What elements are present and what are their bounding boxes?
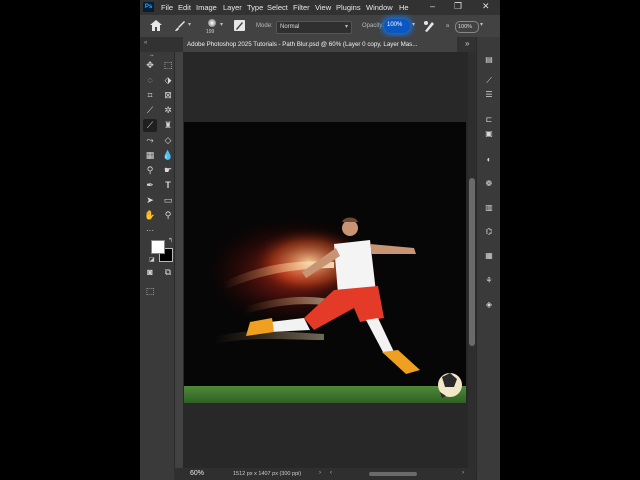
- object-select-tool-icon[interactable]: ⬗: [161, 74, 175, 87]
- adjustments-panel-icon[interactable]: ◐: [482, 154, 496, 166]
- photoshop-window: Ps File Edit Image Layer Type Select Fil…: [140, 0, 500, 480]
- zoom-tool-icon[interactable]: ⚲: [161, 209, 175, 222]
- move-tool-icon[interactable]: ✥: [143, 59, 157, 72]
- default-colors-icon[interactable]: ◪: [149, 256, 155, 263]
- gradients-panel-icon[interactable]: ▥: [482, 202, 496, 214]
- opacity-value: 100%: [387, 22, 403, 28]
- swap-colors-icon[interactable]: ↰: [168, 237, 173, 244]
- options-bar: ▾ 199 ▾ Mode: Normal ▾ Opacity: 100% ▾ a…: [140, 15, 500, 38]
- brush-tip-icon[interactable]: [208, 19, 216, 27]
- zoom-level[interactable]: 60%: [190, 470, 204, 477]
- frame-tool-icon[interactable]: ⊠: [161, 89, 175, 102]
- brush-tool-icon[interactable]: ⟋: [143, 119, 157, 132]
- lasso-tool-icon[interactable]: ◌: [143, 74, 157, 87]
- toolbox: ▪▪ ✥ ⬚ ◌ ⬗ ⌗ ⊠ ⟋ ✲ ⟋ ♜ ⤳ ◇ ▦ 💧 ⚲ ☛ ✒ T ➤…: [140, 52, 175, 480]
- screen-mode-icon[interactable]: ⧉: [161, 266, 175, 279]
- minimize-icon[interactable]: –: [430, 1, 435, 11]
- horizontal-scroll-thumb[interactable]: [369, 472, 417, 476]
- vertical-scroll-thumb[interactable]: [469, 178, 475, 346]
- menu-select[interactable]: Select: [267, 3, 288, 12]
- menu-edit[interactable]: Edit: [178, 3, 191, 12]
- clone-stamp-tool-icon[interactable]: ♜: [161, 119, 175, 132]
- menu-bar: Ps File Edit Image Layer Type Select Fil…: [140, 0, 500, 15]
- gradient-tool-icon[interactable]: ▦: [143, 149, 157, 162]
- pen-tool-icon[interactable]: ✒: [143, 179, 157, 192]
- status-bar: 60% 1512 px x 1407 px (300 ppi) › ‹ ›: [174, 468, 476, 480]
- edit-toolbar-icon[interactable]: ···: [143, 224, 157, 237]
- marquee-tool-icon[interactable]: ⬚: [161, 59, 175, 72]
- mode-select-value: Normal: [280, 24, 300, 30]
- eyedropper-tool-icon[interactable]: ⟋: [143, 104, 157, 117]
- flow-label-icon: a: [446, 23, 450, 29]
- brush-size-value: 199: [206, 29, 215, 35]
- adjustments-sliders-icon[interactable]: ☰: [482, 89, 496, 101]
- path-select-tool-icon[interactable]: ➤: [143, 194, 157, 207]
- generative-fill-icon[interactable]: ⬚: [143, 285, 157, 298]
- flow-chevron-icon[interactable]: ▾: [480, 21, 483, 28]
- type-tool-icon[interactable]: T: [161, 179, 175, 192]
- canvas-area[interactable]: [183, 52, 468, 468]
- pressure-opacity-icon[interactable]: [422, 19, 436, 33]
- close-icon[interactable]: ✕: [482, 1, 490, 12]
- menu-file[interactable]: File: [161, 3, 173, 12]
- scroll-right-icon[interactable]: ›: [462, 470, 464, 476]
- right-panel-dock: ▤ ⟋ ☰ ⊏ ▣ ◐ ❁ ▥ ⌬ ▦ ⚘ ◈: [476, 37, 500, 480]
- spot-healing-tool-icon[interactable]: ✲: [161, 104, 175, 117]
- mode-chevron-icon: ▾: [344, 24, 348, 30]
- menu-plugins[interactable]: Plugins: [336, 3, 361, 12]
- menu-type[interactable]: Type: [247, 3, 263, 12]
- opacity-label: Opacity:: [362, 23, 385, 29]
- crop-tool-icon[interactable]: ⌗: [143, 89, 157, 102]
- history-panel-icon[interactable]: ▤: [482, 54, 496, 66]
- layers-panel-icon[interactable]: ◈: [482, 299, 496, 311]
- document-tab-bar: « Adobe Photoshop 2025 Tutorials - Path …: [140, 37, 500, 52]
- brush-preset-icon[interactable]: [174, 20, 186, 32]
- photoshop-logo: Ps: [143, 2, 154, 12]
- paths-panel-icon[interactable]: ⌬: [482, 226, 496, 238]
- blur-tool-icon[interactable]: 💧: [161, 149, 175, 162]
- menu-help[interactable]: He: [399, 3, 409, 12]
- flow-input[interactable]: 100%: [455, 21, 479, 33]
- collapse-toolbox-icon[interactable]: «: [144, 40, 147, 46]
- document-canvas[interactable]: [184, 122, 466, 403]
- brush-settings-icon[interactable]: [234, 20, 245, 31]
- foreground-color-swatch[interactable]: [151, 240, 165, 254]
- color-panel-icon[interactable]: ❁: [482, 178, 496, 190]
- eraser-tool-icon[interactable]: ◇: [161, 134, 175, 147]
- opacity-input[interactable]: 100%: [384, 19, 410, 33]
- hand-tool-icon[interactable]: ✋: [143, 209, 157, 222]
- document-info[interactable]: 1512 px x 1407 px (300 ppi): [233, 471, 301, 477]
- mode-label: Mode:: [256, 23, 273, 29]
- menu-layer[interactable]: Layer: [223, 3, 242, 12]
- opacity-chevron-icon[interactable]: ▾: [412, 21, 415, 28]
- restore-icon[interactable]: ❐: [454, 1, 462, 12]
- football-player-photo: [184, 122, 466, 403]
- paragraph-panel-icon[interactable]: ▣: [482, 128, 496, 140]
- document-tab-title: Adobe Photoshop 2025 Tutorials - Path Bl…: [187, 41, 418, 48]
- history-brush-tool-icon[interactable]: ⤳: [143, 134, 157, 147]
- scroll-left-icon[interactable]: ‹: [330, 470, 332, 476]
- doc-info-chevron-icon[interactable]: ›: [319, 470, 321, 476]
- dodge-tool-icon[interactable]: ⚲: [143, 164, 157, 177]
- vertical-scrollbar[interactable]: [468, 52, 476, 468]
- brush-size-chevron-icon[interactable]: ▾: [220, 21, 223, 28]
- menu-filter[interactable]: Filter: [293, 3, 310, 12]
- rectangle-tool-icon[interactable]: ▭: [161, 194, 175, 207]
- menu-view[interactable]: View: [315, 3, 331, 12]
- quick-mask-icon[interactable]: ◙: [143, 266, 157, 279]
- mode-select[interactable]: Normal ▾: [276, 21, 352, 34]
- smudge-tool-icon[interactable]: ☛: [161, 164, 175, 177]
- menu-image[interactable]: Image: [196, 3, 217, 12]
- brush-settings-panel-icon[interactable]: ⟋: [482, 75, 496, 87]
- tab-overflow-icon[interactable]: »: [465, 39, 469, 48]
- character-panel-icon[interactable]: ⊏: [482, 114, 496, 126]
- channels-panel-icon[interactable]: ⚘: [482, 275, 496, 287]
- home-icon[interactable]: [150, 20, 162, 31]
- document-tab[interactable]: Adobe Photoshop 2025 Tutorials - Path Bl…: [183, 37, 457, 52]
- swatches-panel-icon[interactable]: ▦: [482, 250, 496, 262]
- flow-value: 100%: [458, 24, 473, 30]
- menu-window[interactable]: Window: [366, 3, 393, 12]
- dropdown-chevron-icon[interactable]: ▾: [188, 21, 191, 28]
